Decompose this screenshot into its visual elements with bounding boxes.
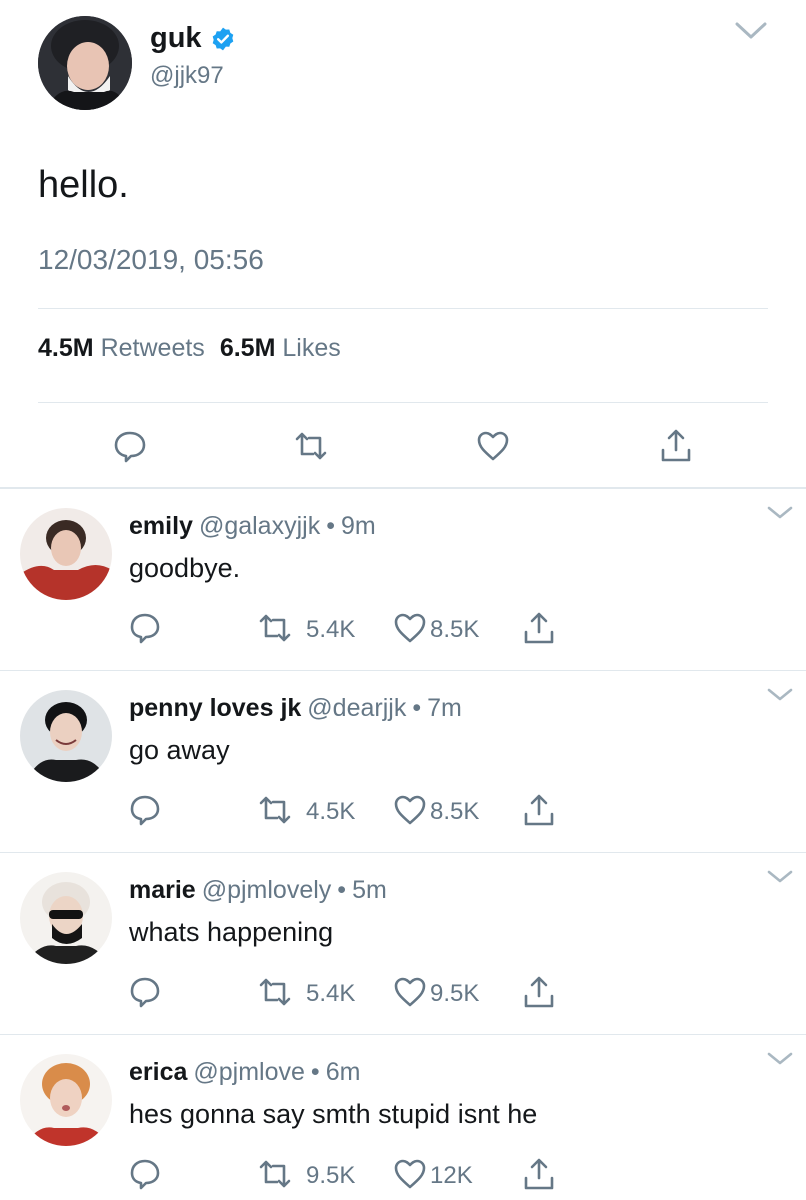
reply-handle[interactable]: @pjmlove — [193, 1058, 305, 1086]
chevron-down-icon[interactable] — [766, 869, 794, 885]
reply-header: marie @pjmlovely • 5m — [129, 876, 387, 905]
reply-tweet[interactable]: marie @pjmlovely • 5m whats happening 5.4K … — [0, 853, 806, 1035]
reply-name[interactable]: penny loves jk — [129, 694, 301, 722]
retweet-icon[interactable] — [258, 793, 292, 827]
reply-avatar[interactable] — [20, 872, 112, 964]
like-count: 9.5K — [430, 980, 480, 1007]
chevron-down-icon[interactable] — [766, 505, 794, 521]
reply-header: erica @pjmlove • 6m — [129, 1058, 360, 1087]
reply-actions: 9.5K 12K — [0, 1157, 806, 1197]
reply-header: penny loves jk @dearjjk • 7m — [129, 694, 462, 723]
reply-handle[interactable]: @galaxyjjk — [199, 512, 320, 540]
share-icon[interactable] — [522, 611, 556, 645]
chevron-down-icon[interactable] — [766, 1051, 794, 1067]
reply-tweet[interactable]: emily @galaxyjjk • 9m goodbye. 5.4K 8.5K — [0, 489, 806, 671]
reply-actions: 5.4K 8.5K — [0, 611, 806, 651]
reply-avatar[interactable] — [20, 508, 112, 600]
reply-name[interactable]: erica — [129, 1058, 187, 1086]
separator-dot: • — [337, 876, 347, 904]
reply-name[interactable]: emily — [129, 512, 193, 540]
reply-name[interactable]: marie — [129, 876, 196, 904]
retweet-count: 4.5K — [306, 798, 356, 825]
reply-actions: 4.5K 8.5K — [0, 793, 806, 833]
reply-text: go away — [129, 735, 230, 765]
retweet-icon[interactable] — [258, 975, 292, 1009]
like-icon[interactable] — [393, 1157, 427, 1191]
divider — [38, 308, 768, 309]
like-icon[interactable] — [475, 428, 511, 464]
reply-tweet[interactable]: erica @pjmlove • 6m hes gonna say smth stup… — [0, 1035, 806, 1200]
reply-actions: 5.4K 9.5K — [0, 975, 806, 1015]
reply-text: goodbye. — [129, 553, 241, 583]
retweet-count: 5.4K — [306, 616, 356, 643]
reply-tweet[interactable]: penny loves jk @dearjjk • 7m go away 4.5K 8… — [0, 671, 806, 853]
retweet-icon[interactable] — [293, 428, 329, 464]
retweet-icon[interactable] — [258, 611, 292, 645]
reply-icon[interactable] — [128, 611, 162, 645]
reply-time[interactable]: 6m — [326, 1058, 361, 1086]
reply-text: hes gonna say smth stupid isnt he — [129, 1099, 538, 1129]
reply-time[interactable]: 7m — [427, 694, 462, 722]
reply-icon[interactable] — [128, 1157, 162, 1191]
like-icon[interactable] — [393, 793, 427, 827]
share-icon[interactable] — [522, 1157, 556, 1191]
like-count: 8.5K — [430, 798, 480, 825]
chevron-down-icon[interactable] — [766, 687, 794, 703]
like-icon[interactable] — [393, 611, 427, 645]
reply-text: whats happening — [129, 917, 334, 947]
reply-icon[interactable] — [112, 428, 148, 464]
like-count: 12K — [430, 1162, 473, 1189]
reply-handle[interactable]: @dearjjk — [307, 694, 406, 722]
reply-avatar[interactable] — [20, 1054, 112, 1146]
reply-icon[interactable] — [128, 975, 162, 1009]
retweet-count: 5.4K — [306, 980, 356, 1007]
separator-dot: • — [310, 1058, 320, 1086]
retweets-label[interactable]: Retweets — [101, 334, 205, 363]
retweets-count[interactable]: 4.5M — [38, 334, 94, 363]
like-icon[interactable] — [393, 975, 427, 1009]
retweet-icon[interactable] — [258, 1157, 292, 1191]
main-tweet-text: hello. — [38, 164, 129, 206]
share-icon[interactable] — [522, 975, 556, 1009]
reply-icon[interactable] — [128, 793, 162, 827]
separator-dot: • — [412, 694, 422, 722]
retweet-count: 9.5K — [306, 1162, 356, 1189]
main-tweet-stats: 4.5M Retweets 6.5M Likes — [38, 334, 356, 363]
divider — [38, 402, 768, 403]
share-icon[interactable] — [658, 428, 694, 464]
reply-avatar[interactable] — [20, 690, 112, 782]
reply-handle[interactable]: @pjmlovely — [202, 876, 332, 904]
likes-count[interactable]: 6.5M — [220, 334, 276, 363]
reply-time[interactable]: 9m — [341, 512, 376, 540]
likes-label[interactable]: Likes — [282, 334, 340, 363]
reply-header: emily @galaxyjjk • 9m — [129, 512, 376, 541]
main-tweet-avatar[interactable] — [38, 16, 132, 110]
main-tweet-handle[interactable]: @jjk97 — [150, 62, 224, 90]
separator-dot: • — [326, 512, 335, 540]
main-tweet: guk @jjk97 hello. 12/03/2019, 05:56 4.5M… — [0, 0, 806, 488]
main-tweet-name[interactable]: guk — [150, 22, 202, 55]
reply-time[interactable]: 5m — [352, 876, 387, 904]
share-icon[interactable] — [522, 793, 556, 827]
main-tweet-timestamp[interactable]: 12/03/2019, 05:56 — [38, 244, 264, 276]
chevron-down-icon[interactable] — [734, 20, 768, 42]
like-count: 8.5K — [430, 616, 480, 643]
verified-icon — [212, 27, 233, 50]
